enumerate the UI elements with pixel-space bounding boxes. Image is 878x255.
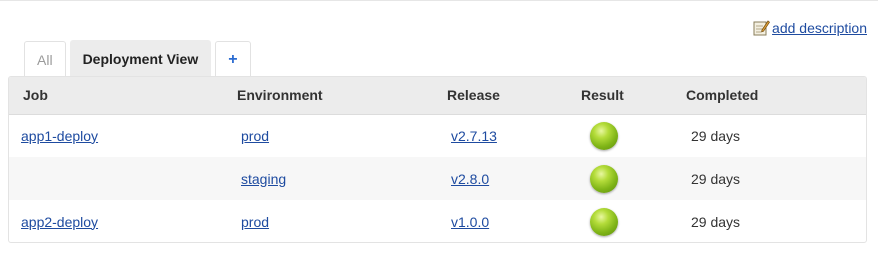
release-link[interactable]: v2.7.13 bbox=[451, 128, 497, 144]
completed-value: 29 days bbox=[691, 170, 741, 187]
success-ball-icon[interactable] bbox=[590, 164, 618, 193]
environment-link[interactable]: staging bbox=[241, 171, 286, 187]
completed-value: 29 days bbox=[691, 213, 741, 230]
environment-link[interactable]: prod bbox=[241, 128, 269, 144]
job-link[interactable]: app2-deploy bbox=[21, 214, 98, 230]
success-ball-icon[interactable] bbox=[590, 207, 618, 236]
deployment-table-panel: Job Environment Release Result Completed… bbox=[8, 76, 867, 243]
edit-note-icon bbox=[753, 19, 771, 36]
column-header-completed: Completed bbox=[686, 77, 866, 115]
add-description-link[interactable]: add description bbox=[772, 20, 867, 36]
table-header-row: Job Environment Release Result Completed bbox=[9, 77, 866, 115]
column-header-job: Job bbox=[9, 77, 237, 115]
release-link[interactable]: v1.0.0 bbox=[451, 214, 489, 230]
table-row: app1-deploy prod v2.7.13 29 days bbox=[9, 114, 866, 157]
tab-deployment-view[interactable]: Deployment View bbox=[69, 40, 212, 77]
release-link[interactable]: v2.8.0 bbox=[451, 171, 489, 187]
add-description[interactable]: add description bbox=[753, 19, 867, 36]
column-header-environment: Environment bbox=[237, 77, 447, 115]
view-tabs: All Deployment View + bbox=[24, 40, 251, 77]
deployment-table: Job Environment Release Result Completed… bbox=[9, 77, 866, 242]
success-ball-icon[interactable] bbox=[590, 121, 618, 150]
completed-value: 29 days bbox=[691, 127, 741, 144]
add-view-tab[interactable]: + bbox=[215, 41, 251, 77]
table-row: app2-deploy prod v1.0.0 29 days bbox=[9, 200, 866, 242]
environment-link[interactable]: prod bbox=[241, 214, 269, 230]
column-header-release: Release bbox=[447, 77, 581, 115]
column-header-result: Result bbox=[581, 77, 686, 115]
table-row: staging v2.8.0 29 days bbox=[9, 157, 866, 200]
tab-all[interactable]: All bbox=[24, 41, 66, 77]
job-link[interactable]: app1-deploy bbox=[21, 128, 98, 144]
top-divider bbox=[0, 0, 878, 1]
